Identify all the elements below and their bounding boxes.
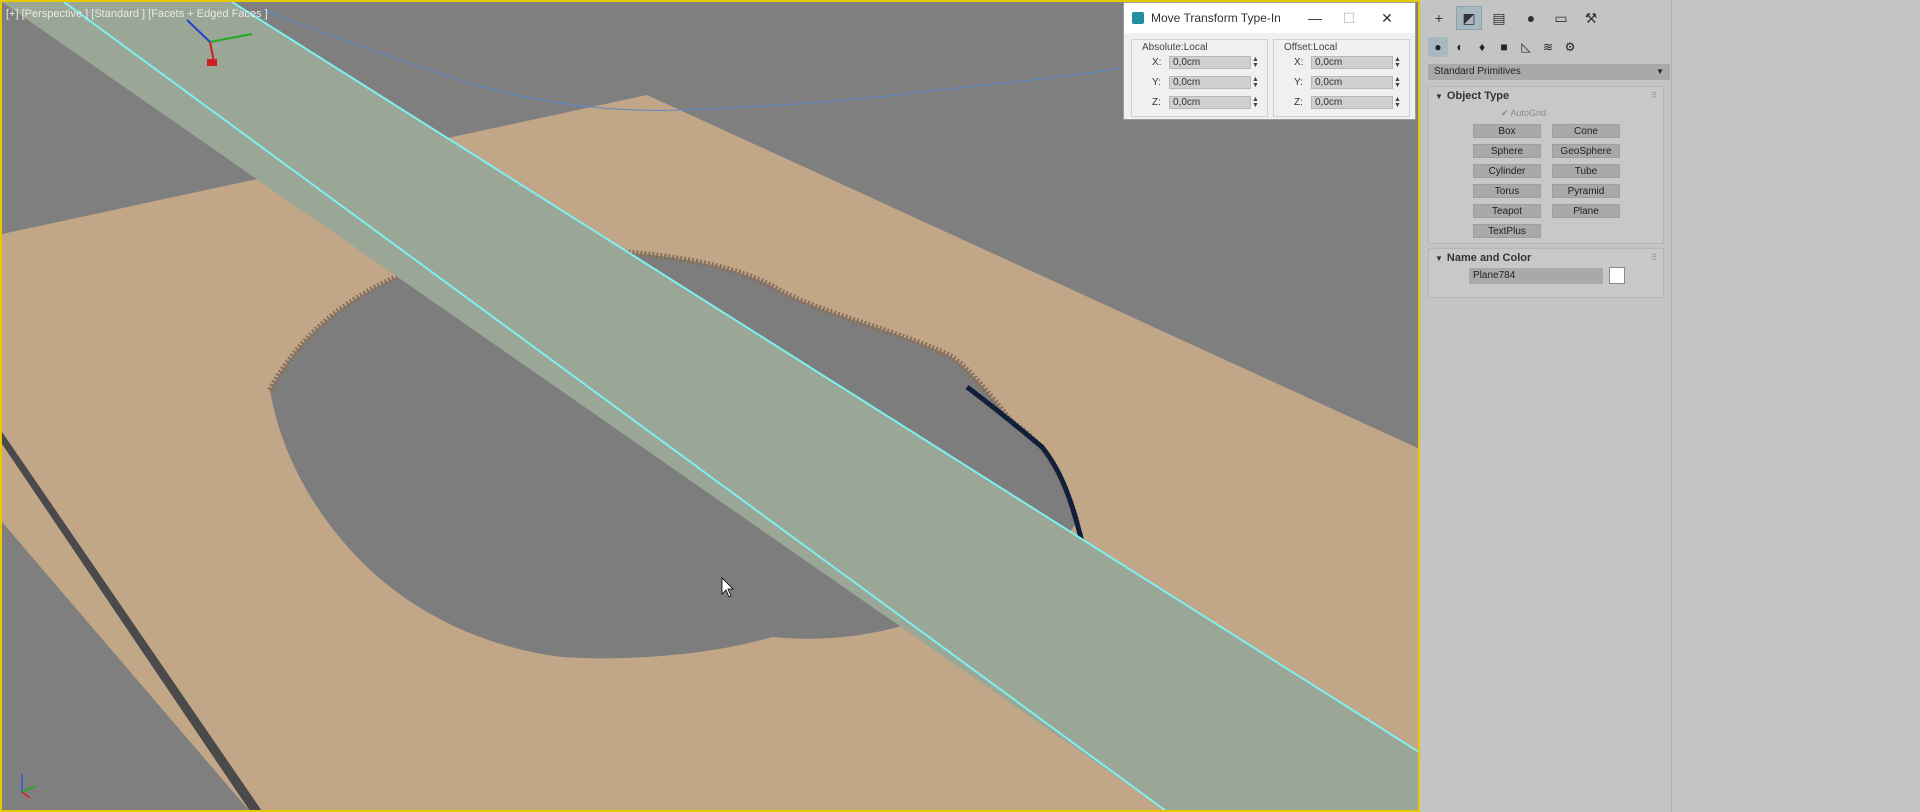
offset-label: Offset:Local: [1284, 42, 1338, 53]
spinner-icon[interactable]: ▲ ▼: [1394, 56, 1401, 69]
create-icon[interactable]: +: [1426, 6, 1452, 30]
absolute-y-input[interactable]: 0,0cm: [1169, 76, 1251, 89]
command-panel: + ◩ ▤ ● ▭ ⚒ ● ◐ ♦ ■ ◺ ≋ ⚙ Standard Primi…: [1426, 0, 1920, 812]
spinner-icon[interactable]: ▲ ▼: [1394, 76, 1401, 89]
offset-x-row: X: 0,0cm ▲ ▼: [1274, 56, 1411, 70]
utilities-icon[interactable]: ⚒: [1578, 6, 1604, 30]
name-and-color-header[interactable]: ▼ Name and Color: [1435, 252, 1531, 264]
name-and-color-rollout: ▼ Name and Color ⠿ Plane784: [1428, 248, 1664, 298]
plane-button[interactable]: Plane: [1552, 204, 1620, 218]
pyramid-button[interactable]: Pyramid: [1552, 184, 1620, 198]
close-icon[interactable]: ✕: [1370, 6, 1404, 30]
collapse-icon: ▼: [1435, 254, 1443, 263]
panel-tabs: + ◩ ▤ ● ▭ ⚒: [1426, 6, 1676, 34]
absolute-z-row: Z: 0,0cm ▲ ▼: [1132, 96, 1269, 110]
create-subcategories: ● ◐ ♦ ■ ◺ ≋ ⚙: [1426, 37, 1626, 57]
offset-x-input[interactable]: 0,0cm: [1311, 56, 1393, 69]
dialog-titlebar[interactable]: Move Transform Type-In — ☐ ✕: [1124, 3, 1415, 33]
offset-local-group: Offset:Local X: 0,0cm ▲ ▼ Y: 0,0cm ▲ ▼ Z: …: [1273, 39, 1410, 117]
shapes-icon[interactable]: ◐: [1450, 37, 1470, 57]
object-type-header[interactable]: ▼ Object Type: [1435, 90, 1509, 102]
absolute-label: Absolute:Local: [1142, 42, 1208, 53]
object-type-title: Object Type: [1446, 90, 1510, 102]
offset-y-row: Y: 0,0cm ▲ ▼: [1274, 76, 1411, 90]
tube-button[interactable]: Tube: [1552, 164, 1620, 178]
systems-icon[interactable]: ⚙: [1560, 37, 1580, 57]
axis-label: Y:: [1152, 77, 1161, 88]
absolute-y-row: Y: 0,0cm ▲ ▼: [1132, 76, 1269, 90]
absolute-x-input[interactable]: 0,0cm: [1169, 56, 1251, 69]
move-transform-dialog: Move Transform Type-In — ☐ ✕ Absolute:Lo…: [1123, 2, 1416, 120]
spline-curve: [261, 9, 1143, 111]
cylinder-button[interactable]: Cylinder: [1473, 164, 1541, 178]
spacewarps-icon[interactable]: ≋: [1538, 37, 1558, 57]
category-value: Standard Primitives: [1434, 66, 1521, 77]
teapot-button[interactable]: Teapot: [1473, 204, 1541, 218]
maximize-icon: ☐: [1342, 10, 1356, 26]
modify-icon[interactable]: ◩: [1456, 6, 1482, 30]
offset-z-input[interactable]: 0,0cm: [1311, 96, 1393, 109]
offset-z-row: Z: 0,0cm ▲ ▼: [1274, 96, 1411, 110]
torus-button[interactable]: Torus: [1473, 184, 1541, 198]
geosphere-button[interactable]: GeoSphere: [1552, 144, 1620, 158]
object-type-rollout: ▼ Object Type ⠿ ✔ AutoGrid Box Cone Spher…: [1428, 86, 1664, 244]
app-icon: [1132, 12, 1144, 24]
collapse-icon: ▼: [1435, 92, 1443, 101]
cone-button[interactable]: Cone: [1552, 124, 1620, 138]
panel-divider: [1671, 0, 1672, 812]
category-dropdown[interactable]: Standard Primitives ▼: [1428, 64, 1670, 80]
minimize-icon[interactable]: —: [1298, 6, 1332, 30]
sphere-button[interactable]: Sphere: [1473, 144, 1541, 158]
spinner-icon[interactable]: ▲ ▼: [1252, 76, 1259, 89]
object-color-swatch[interactable]: [1609, 267, 1625, 284]
viewport-label[interactable]: [+] [Perspective ] [Standard ] [Facets +…: [6, 8, 268, 20]
box-button[interactable]: Box: [1473, 124, 1541, 138]
grip-icon[interactable]: ⠿: [1651, 253, 1657, 262]
axis-tripod: [21, 774, 37, 799]
hierarchy-icon[interactable]: ▤: [1486, 6, 1512, 30]
grip-icon[interactable]: ⠿: [1651, 91, 1657, 100]
absolute-x-row: X: 0,0cm ▲ ▼: [1132, 56, 1269, 70]
absolute-z-input[interactable]: 0,0cm: [1169, 96, 1251, 109]
display-icon[interactable]: ▭: [1548, 6, 1574, 30]
offset-y-input[interactable]: 0,0cm: [1311, 76, 1393, 89]
autogrid-checkbox[interactable]: ✔ AutoGrid: [1501, 108, 1546, 119]
axis-label: Y:: [1294, 77, 1303, 88]
absolute-local-group: Absolute:Local X: 0,0cm ▲ ▼ Y: 0,0cm ▲ ▼ Z…: [1131, 39, 1268, 117]
cameras-icon[interactable]: ■: [1494, 37, 1514, 57]
axis-label: Z:: [1152, 97, 1161, 108]
helpers-icon[interactable]: ◺: [1516, 37, 1536, 57]
motion-icon[interactable]: ●: [1518, 6, 1544, 30]
textplus-button[interactable]: TextPlus: [1473, 224, 1541, 238]
autogrid-label: AutoGrid: [1510, 108, 1547, 118]
object-name-input[interactable]: Plane784: [1469, 268, 1603, 284]
perspective-viewport[interactable]: [+] [Perspective ] [Standard ] [Facets +…: [0, 0, 1420, 812]
chevron-down-icon: ▼: [1656, 67, 1664, 76]
spinner-icon[interactable]: ▲ ▼: [1252, 56, 1259, 69]
lights-icon[interactable]: ♦: [1472, 37, 1492, 57]
scene-canvas[interactable]: [2, 2, 1420, 812]
spinner-icon[interactable]: ▲ ▼: [1252, 96, 1259, 109]
dialog-title: Move Transform Type-In: [1151, 11, 1281, 25]
axis-label: X:: [1152, 57, 1162, 68]
spinner-icon[interactable]: ▲ ▼: [1394, 96, 1401, 109]
geometry-icon[interactable]: ●: [1428, 37, 1448, 57]
name-and-color-title: Name and Color: [1446, 252, 1532, 264]
axis-label: X:: [1294, 57, 1304, 68]
axis-label: Z:: [1294, 97, 1303, 108]
